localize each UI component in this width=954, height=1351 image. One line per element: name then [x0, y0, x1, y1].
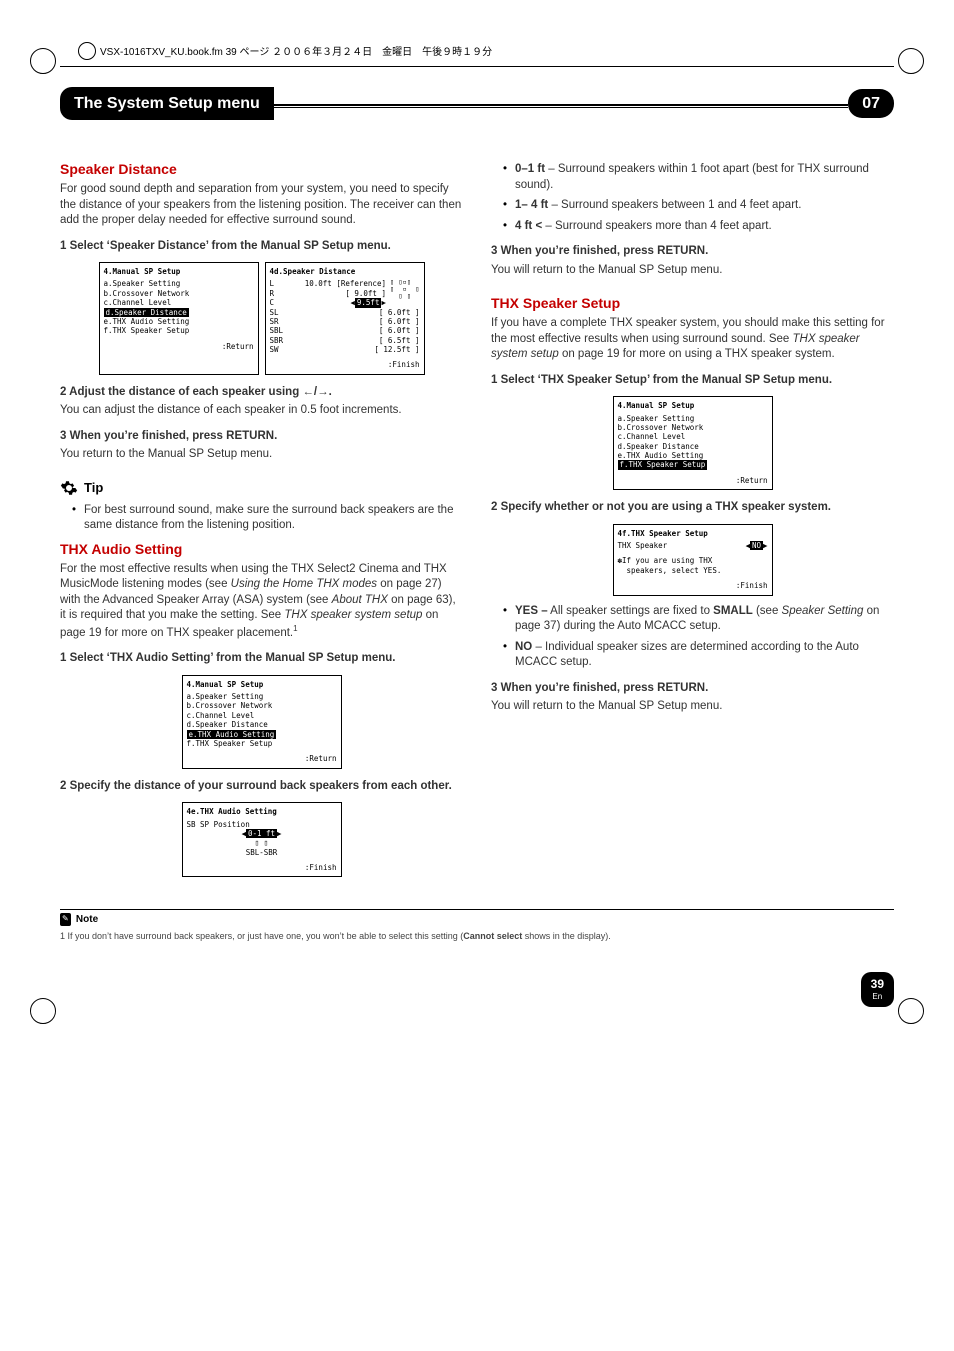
- paragraph: For good sound depth and separation from…: [60, 182, 463, 229]
- osd-line-selected: f.THX Speaker Setup: [618, 460, 768, 469]
- note-icon: ✎: [60, 913, 71, 926]
- paragraph: If you have a complete THX speaker syste…: [491, 316, 894, 363]
- left-column: Speaker Distance For good sound depth an…: [60, 156, 463, 885]
- osd-line: b.Crossover Network: [104, 289, 254, 298]
- osd-title: 4.Manual SP Setup: [104, 267, 254, 276]
- osd-line: b.Crossover Network: [187, 701, 337, 710]
- osd-line: c.Channel Level: [618, 432, 768, 441]
- osd-speaker-distance: 4d.Speaker Distance ▯ ▯▫▯▯ ▫ ▯ ▯ ▯ L10.0…: [265, 262, 425, 375]
- tip-label: Tip: [84, 479, 103, 497]
- osd-line: SR[ 6.0ft ]: [270, 317, 420, 326]
- crop-mark-icon: [898, 48, 924, 74]
- title-bar-rule: [274, 104, 848, 108]
- step-3: 3 When you’re finished, press RETURN.: [491, 681, 894, 697]
- osd-line: f.THX Speaker Setup: [104, 326, 254, 335]
- osd-line-selected: d.Speaker Distance: [104, 308, 254, 317]
- osd-line: SBL[ 6.0ft ]: [270, 326, 420, 335]
- osd-line: ✽If you are using THX: [618, 556, 768, 565]
- chapter-title-bar: The System Setup menu 07: [60, 87, 894, 121]
- footnote-section: ✎ Note 1 If you don’t have surround back…: [60, 909, 894, 942]
- osd-thx-audio-setting: 4e.THX Audio Setting SB SP Position ◀0-1…: [182, 802, 342, 877]
- paragraph: For the most effective results when usin…: [60, 562, 463, 641]
- book-header: VSX-1016TXV_KU.book.fm 39 ページ ２００６年３月２４日…: [60, 40, 894, 67]
- list-item: 4 ft < – Surround speakers more than 4 f…: [503, 219, 894, 235]
- osd-line-selected: e.THX Audio Setting: [187, 730, 337, 739]
- osd-line: SL[ 6.0ft ]: [270, 308, 420, 317]
- paragraph: You return to the Manual SP Setup menu.: [60, 447, 463, 463]
- osd-line-selected: ◀0-1 ft▶: [187, 829, 337, 838]
- tip-item: For best surround sound, make sure the s…: [72, 503, 463, 534]
- page-number-badge: 39 En: [861, 972, 894, 1007]
- osd-line: ▯ ▯: [187, 838, 337, 847]
- osd-title: 4.Manual SP Setup: [618, 401, 768, 410]
- heading-thx-audio-setting: THX Audio Setting: [60, 540, 463, 559]
- speaker-layout-icon: ▯ ▯▫▯▯ ▫ ▯ ▯ ▯: [390, 279, 420, 300]
- osd-line: c.Channel Level: [187, 711, 337, 720]
- chapter-number: 07: [848, 89, 894, 119]
- step-1: 1 Select ‘THX Audio Setting’ from the Ma…: [60, 651, 463, 667]
- list-item: NO – Individual speaker sizes are determ…: [503, 640, 894, 671]
- step-3: 3 When you’re finished, press RETURN.: [491, 244, 894, 260]
- crop-mark-icon: [30, 48, 56, 74]
- osd-line: a.Speaker Setting: [104, 279, 254, 288]
- crop-mark-icon: [898, 998, 924, 1024]
- osd-finish: :Finish: [270, 360, 420, 369]
- footnote-ref: 1: [293, 624, 297, 633]
- osd-title: 4.Manual SP Setup: [187, 680, 337, 689]
- osd-line: f.THX Speaker Setup: [187, 739, 337, 748]
- crop-mark-icon: [30, 998, 56, 1024]
- osd-manual-sp-setup: 4.Manual SP Setup a.Speaker Setting b.Cr…: [613, 396, 773, 490]
- osd-line-selected: THX Speaker◀NO▶: [618, 541, 768, 550]
- list-item: YES – All speaker settings are fixed to …: [503, 604, 894, 635]
- paragraph: You will return to the Manual SP Setup m…: [491, 699, 894, 715]
- osd-line: e.THX Audio Setting: [104, 317, 254, 326]
- osd-return: :Return: [104, 342, 254, 351]
- osd-line: SB SP Position: [187, 820, 337, 829]
- paragraph: You will return to the Manual SP Setup m…: [491, 263, 894, 279]
- paragraph: You can adjust the distance of each spea…: [60, 403, 463, 419]
- osd-line: a.Speaker Setting: [618, 414, 768, 423]
- list-item: 0–1 ft – Surround speakers within 1 foot…: [503, 162, 894, 193]
- osd-title: 4f.THX Speaker Setup: [618, 529, 768, 538]
- step-1: 1 Select ‘THX Speaker Setup’ from the Ma…: [491, 373, 894, 389]
- gear-icon: [60, 479, 78, 497]
- page-number: 39: [871, 977, 884, 991]
- osd-manual-sp-setup: 4.Manual SP Setup a.Speaker Setting b.Cr…: [99, 262, 259, 375]
- osd-title: 4d.Speaker Distance: [270, 267, 420, 276]
- step-3: 3 When you’re finished, press RETURN.: [60, 429, 463, 445]
- osd-line: d.Speaker Distance: [187, 720, 337, 729]
- osd-line-selected: C◀9.5ft▶: [270, 298, 386, 307]
- step-2: 2 Adjust the distance of each speaker us…: [60, 385, 463, 401]
- osd-finish: :Finish: [618, 581, 768, 590]
- osd-line: d.Speaker Distance: [618, 442, 768, 451]
- footnote-text: 1 If you don’t have surround back speake…: [60, 930, 894, 942]
- osd-line: R[ 9.0ft ]: [270, 289, 386, 298]
- osd-line: a.Speaker Setting: [187, 692, 337, 701]
- list-item: 1– 4 ft – Surround speakers between 1 an…: [503, 198, 894, 214]
- osd-thx-speaker-setup: 4f.THX Speaker Setup THX Speaker◀NO▶ ✽If…: [613, 524, 773, 596]
- step-2: 2 Specify whether or not you are using a…: [491, 500, 894, 516]
- osd-return: :Return: [618, 476, 768, 485]
- osd-line: b.Crossover Network: [618, 423, 768, 432]
- osd-line: SW[ 12.5ft ]: [270, 345, 420, 354]
- page-language: En: [871, 992, 884, 1003]
- osd-return: :Return: [187, 754, 337, 763]
- heading-thx-speaker-setup: THX Speaker Setup: [491, 294, 894, 313]
- osd-line: SBR[ 6.5ft ]: [270, 336, 420, 345]
- osd-line: speakers, select YES.: [618, 566, 768, 575]
- chapter-title: The System Setup menu: [60, 87, 274, 121]
- osd-line: c.Channel Level: [104, 298, 254, 307]
- osd-line: SBL-SBR: [187, 848, 337, 857]
- step-2: 2 Specify the distance of your surround …: [60, 779, 463, 795]
- osd-finish: :Finish: [187, 863, 337, 872]
- step-1: 1 Select ‘Speaker Distance’ from the Man…: [60, 239, 463, 255]
- right-column: 0–1 ft – Surround speakers within 1 foot…: [491, 156, 894, 885]
- osd-line: L10.0ft [Reference]: [270, 279, 386, 288]
- osd-line: e.THX Audio Setting: [618, 451, 768, 460]
- note-label: Note: [76, 914, 98, 925]
- heading-speaker-distance: Speaker Distance: [60, 160, 463, 179]
- osd-manual-sp-setup: 4.Manual SP Setup a.Speaker Setting b.Cr…: [182, 675, 342, 769]
- osd-title: 4e.THX Audio Setting: [187, 807, 337, 816]
